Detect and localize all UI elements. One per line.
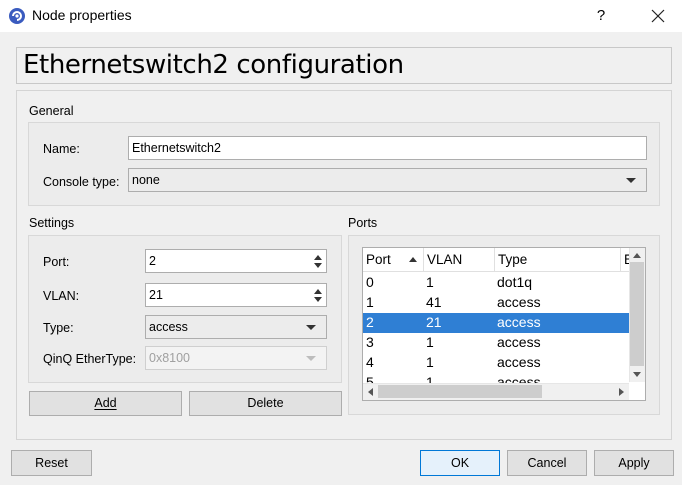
console-type-select[interactable]: none (128, 168, 647, 192)
column-header-port[interactable]: Port (363, 248, 424, 272)
cell-vlan: 1 (426, 354, 434, 370)
table-row[interactable]: 3 1 access (363, 333, 629, 353)
add-button-label: Add (94, 396, 117, 410)
qinq-ethertype-select: 0x8100 (145, 346, 327, 370)
name-field[interactable]: Ethernetswitch2 (128, 136, 647, 160)
name-label: Name: (43, 142, 80, 156)
vlan-spinbox[interactable]: 21 (145, 283, 327, 307)
cell-vlan: 21 (426, 314, 442, 330)
type-select[interactable]: access (145, 315, 327, 339)
cell-port: 1 (366, 294, 374, 310)
close-icon[interactable] (638, 2, 678, 30)
page-title: Ethernetswitch2 configuration (23, 50, 404, 80)
table-row[interactable]: 2 21 access (363, 313, 629, 333)
general-section-title: General (29, 104, 74, 118)
type-label: Type: (43, 321, 74, 335)
reset-button[interactable]: Reset (11, 450, 92, 476)
port-value: 2 (149, 254, 156, 268)
spin-up-icon[interactable] (311, 285, 325, 295)
cell-type: dot1q (497, 274, 533, 290)
cell-type: access (497, 294, 541, 310)
cell-vlan: 41 (426, 294, 442, 310)
chevron-down-icon (306, 325, 316, 330)
table-row[interactable]: 4 1 access (363, 353, 629, 373)
general-group (28, 122, 660, 206)
table-row[interactable]: 1 41 access (363, 293, 629, 313)
port-label: Port: (43, 255, 70, 269)
horizontal-scrollbar-thumb[interactable] (378, 385, 542, 398)
cancel-button[interactable]: Cancel (507, 450, 587, 476)
apply-button[interactable]: Apply (594, 450, 674, 476)
column-header-type[interactable]: Type (495, 248, 621, 272)
qinq-ethertype-label: QinQ EtherType: (43, 352, 137, 366)
spin-down-icon[interactable] (311, 295, 325, 305)
chevron-down-icon (306, 356, 316, 361)
spin-down-icon[interactable] (311, 261, 325, 271)
cell-port: 3 (366, 334, 374, 350)
add-button[interactable]: Add (29, 391, 182, 416)
spin-up-icon[interactable] (311, 251, 325, 261)
cell-port: 0 (366, 274, 374, 290)
cell-port: 4 (366, 354, 374, 370)
ok-button[interactable]: OK (420, 450, 500, 476)
type-value: access (149, 320, 188, 334)
chevron-down-icon (626, 178, 636, 183)
column-header-vlan[interactable]: VLAN (424, 248, 495, 272)
window-title: Node properties (32, 7, 132, 23)
delete-button-label: Delete (247, 396, 284, 410)
scroll-down-icon[interactable] (633, 372, 641, 377)
help-button[interactable]: ? (585, 4, 617, 28)
vertical-scrollbar-thumb[interactable] (630, 262, 644, 366)
ports-table[interactable]: Port VLAN Type E 01dot1q141access221acce… (362, 247, 646, 401)
cell-type: access (497, 334, 541, 350)
ports-section-title: Ports (348, 216, 378, 230)
vlan-label: VLAN: (43, 289, 80, 303)
cell-port: 2 (366, 314, 374, 330)
scroll-right-icon[interactable] (619, 388, 624, 396)
console-type-value: none (132, 173, 160, 187)
settings-section-title: Settings (29, 216, 75, 230)
cell-vlan: 1 (426, 274, 434, 290)
console-type-label: Console type: (43, 175, 120, 189)
vlan-value: 21 (149, 288, 163, 302)
sort-ascending-icon (409, 257, 417, 262)
delete-button[interactable]: Delete (189, 391, 342, 416)
cell-type: access (497, 354, 541, 370)
scroll-left-icon[interactable] (368, 388, 373, 396)
qinq-ethertype-value: 0x8100 (149, 351, 191, 365)
cell-type: access (497, 314, 541, 330)
gns3-app-icon (9, 8, 25, 24)
port-spinbox[interactable]: 2 (145, 249, 327, 273)
scroll-up-icon[interactable] (633, 253, 641, 258)
table-row[interactable]: 0 1 dot1q (363, 273, 629, 293)
cell-vlan: 1 (426, 334, 434, 350)
